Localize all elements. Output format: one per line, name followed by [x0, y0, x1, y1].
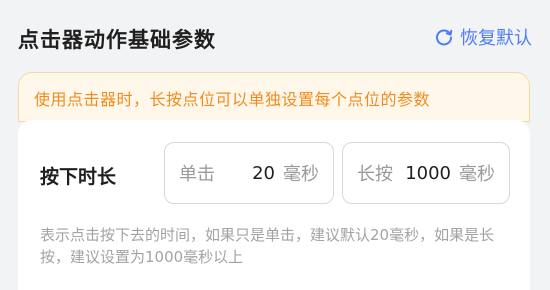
section-title: 点击器动作基础参数	[18, 28, 216, 52]
click-duration-input[interactable]: 单击 20 毫秒	[164, 142, 334, 204]
long-press-input-unit: 毫秒	[459, 164, 495, 185]
long-press-input-value[interactable]: 1000	[405, 163, 451, 184]
tip-text: 使用点击器时，长按点位可以单独设置每个点位的参数	[34, 90, 431, 109]
press-duration-description: 表示点击按下去的时间，如果只是单击，建议默认20毫秒，如果是长按，建议设置为10…	[40, 226, 495, 266]
press-duration-card: 按下时长 单击 20 毫秒 长按 1000 毫秒 表示点击按下去的时间，如果只是…	[18, 120, 530, 290]
press-duration-label: 按下时长	[40, 166, 117, 188]
restore-default-label: 恢复默认	[460, 28, 532, 49]
restore-default-button[interactable]: 恢复默认	[434, 24, 532, 50]
tip-banner: 使用点击器时，长按点位可以单独设置每个点位的参数	[18, 72, 530, 122]
click-input-value[interactable]: 20	[252, 163, 275, 184]
refresh-icon	[434, 27, 454, 47]
click-input-label: 单击	[179, 164, 215, 185]
long-press-duration-input[interactable]: 长按 1000 毫秒	[342, 142, 510, 204]
long-press-input-label: 长按	[357, 164, 393, 185]
click-input-unit: 毫秒	[283, 164, 319, 185]
